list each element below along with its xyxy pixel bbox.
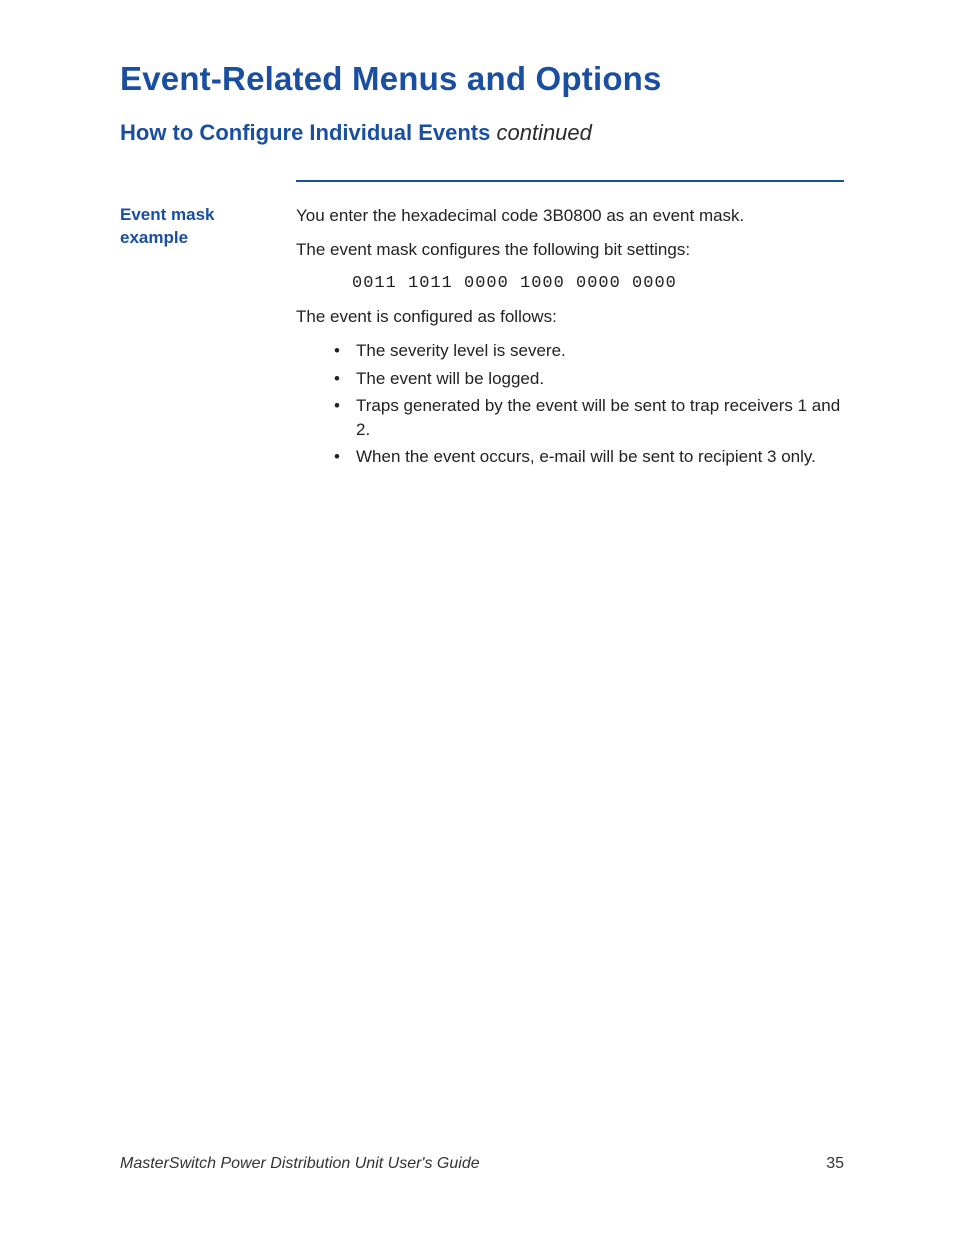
bullet-list: The severity level is severe. The event … [334,339,844,468]
chapter-title: Event-Related Menus and Options [120,60,844,98]
rule-wrapper [296,180,844,182]
paragraph: The event is configured as follows: [296,305,844,329]
list-item: When the event occurs, e-mail will be se… [334,445,844,468]
paragraph: You enter the hexadecimal code 3B0800 as… [296,204,844,228]
body-text: You enter the hexadecimal code 3B0800 as… [296,204,844,472]
page-footer: MasterSwitch Power Distribution Unit Use… [120,1155,844,1173]
horizontal-rule [296,180,844,182]
list-item: The severity level is severe. [334,339,844,362]
document-page: Event-Related Menus and Options How to C… [0,0,954,1235]
margin-label-line: Event mask [120,204,278,227]
paragraph: The event mask configures the following … [296,238,844,262]
footer-title: MasterSwitch Power Distribution Unit Use… [120,1155,480,1173]
section-heading: How to Configure Individual Events conti… [120,120,844,146]
page-number: 35 [826,1155,844,1173]
margin-label: Event mask example [120,204,296,250]
list-item: Traps generated by the event will be sen… [334,394,844,441]
section-title: How to Configure Individual Events [120,120,490,145]
content-row: Event mask example You enter the hexadec… [120,204,844,472]
margin-label-line: example [120,227,278,250]
section-continued: continued [490,120,592,145]
list-item: The event will be logged. [334,367,844,390]
bit-settings: 0011 1011 0000 1000 0000 0000 [352,272,844,296]
